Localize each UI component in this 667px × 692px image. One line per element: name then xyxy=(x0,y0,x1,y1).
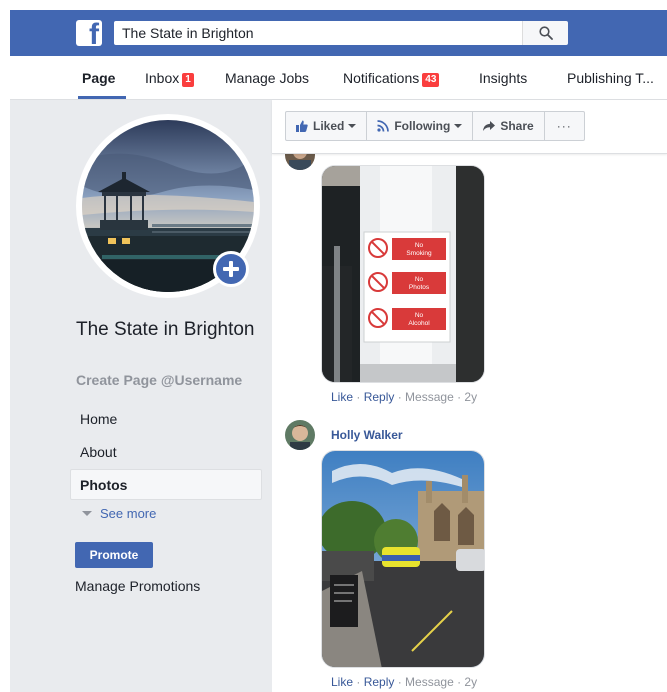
see-more-link[interactable]: See more xyxy=(82,506,156,521)
tab-page[interactable]: Page xyxy=(82,70,115,86)
sign-line-text: Alcohol xyxy=(408,320,430,327)
comments-feed: No Smoking No Photos No Alcohol Like · R… xyxy=(272,154,667,692)
notifications-badge: 43 xyxy=(422,73,440,87)
commenter-name[interactable]: Holly Walker xyxy=(331,428,403,442)
page-nav: Page Inbox 1 Manage Jobs Notifications 43 … xyxy=(10,56,667,100)
liked-button[interactable]: Liked xyxy=(286,112,368,140)
liked-button-label: Liked xyxy=(313,119,345,133)
tab-insights-label: Insights xyxy=(479,70,528,86)
tab-publishing-tools-label: Publishing T... xyxy=(567,70,654,86)
message-link[interactable]: Message xyxy=(405,675,454,689)
commenter-avatar[interactable] xyxy=(285,154,315,170)
tab-manage-jobs[interactable]: Manage Jobs xyxy=(225,70,309,86)
create-username-link[interactable]: Create Page @Username xyxy=(76,372,242,388)
search-button[interactable] xyxy=(522,21,568,45)
tab-publishing-tools[interactable]: Publishing T... xyxy=(567,70,654,86)
meta-separator: · xyxy=(394,390,406,404)
street-scene-photo xyxy=(322,451,484,667)
promote-button[interactable]: Promote xyxy=(75,542,153,568)
sign-line-text: Smoking xyxy=(406,250,432,257)
sign-line-text: No xyxy=(415,276,424,283)
tab-notifications[interactable]: Notifications 43 xyxy=(343,70,440,87)
comment-actions: Like · Reply · Message · 2y xyxy=(331,675,477,689)
tab-notifications-label: Notifications xyxy=(343,70,420,86)
page-action-bar: Liked Following Share ··· xyxy=(272,100,667,154)
comment-timestamp: 2y xyxy=(464,390,478,404)
rss-icon xyxy=(377,120,390,132)
comment-timestamp: 2y xyxy=(464,675,478,689)
commenter-avatar-image xyxy=(285,154,315,170)
sign-line-text: No xyxy=(415,312,424,319)
like-link[interactable]: Like xyxy=(331,390,353,404)
more-options-button[interactable]: ··· xyxy=(545,112,584,140)
page-action-buttons: Liked Following Share ··· xyxy=(285,111,585,141)
sign-line-text: Photos xyxy=(409,284,430,291)
search-input[interactable]: The State in Brighton xyxy=(114,21,522,45)
chevron-down-icon xyxy=(82,511,92,516)
tab-page-label: Page xyxy=(82,70,116,86)
tab-manage-jobs-label: Manage Jobs xyxy=(225,70,310,86)
see-more-label: See more xyxy=(100,506,157,521)
like-link[interactable]: Like xyxy=(331,675,353,689)
meta-separator: · xyxy=(353,675,364,689)
add-photo-button[interactable] xyxy=(213,251,249,287)
reply-link[interactable]: Reply xyxy=(364,390,395,404)
no-smoking-sign-photo: No Smoking No Photos No Alcohol xyxy=(322,166,484,382)
commenter-avatar-holly-walker[interactable] xyxy=(285,420,315,450)
active-tab-indicator xyxy=(78,96,126,99)
comment-photo-no-smoking-sign[interactable]: No Smoking No Photos No Alcohol xyxy=(321,165,485,383)
following-button[interactable]: Following xyxy=(367,112,474,140)
meta-separator: · xyxy=(453,675,465,689)
message-link[interactable]: Message xyxy=(405,390,454,404)
search-icon xyxy=(539,26,553,40)
meta-separator: · xyxy=(394,675,406,689)
top-bar: f The State in Brighton xyxy=(10,10,667,56)
sidebar-item-photos[interactable]: Photos xyxy=(80,477,127,493)
page-title: The State in Brighton xyxy=(76,319,255,340)
left-sidebar: The State in Brighton Create Page @Usern… xyxy=(10,100,272,692)
sidebar-item-about[interactable]: About xyxy=(80,444,117,460)
comment-actions: Like · Reply · Message · 2y xyxy=(331,390,477,404)
sign-line-text: No xyxy=(415,242,424,249)
meta-separator: · xyxy=(453,390,465,404)
following-dropdown-caret-icon xyxy=(454,124,463,128)
reply-link[interactable]: Reply xyxy=(364,675,395,689)
comment-photo-street-scene[interactable] xyxy=(321,450,485,668)
share-button-label: Share xyxy=(500,119,534,133)
tab-insights[interactable]: Insights xyxy=(479,70,527,86)
liked-dropdown-caret-icon xyxy=(348,124,357,128)
facebook-logo-icon[interactable]: f xyxy=(76,20,102,46)
meta-separator: · xyxy=(353,390,364,404)
manage-promotions-link[interactable]: Manage Promotions xyxy=(75,578,200,594)
tab-inbox[interactable]: Inbox 1 xyxy=(145,70,194,87)
facebook-logo-letter: f xyxy=(89,20,99,46)
inbox-badge: 1 xyxy=(182,73,194,87)
tab-inbox-label: Inbox xyxy=(145,70,180,86)
following-button-label: Following xyxy=(394,119,451,133)
holly-walker-avatar-image xyxy=(285,420,315,450)
share-arrow-icon xyxy=(483,121,496,131)
thumbs-up-icon xyxy=(296,120,308,132)
sidebar-item-home[interactable]: Home xyxy=(80,411,117,427)
share-button[interactable]: Share xyxy=(473,112,545,140)
